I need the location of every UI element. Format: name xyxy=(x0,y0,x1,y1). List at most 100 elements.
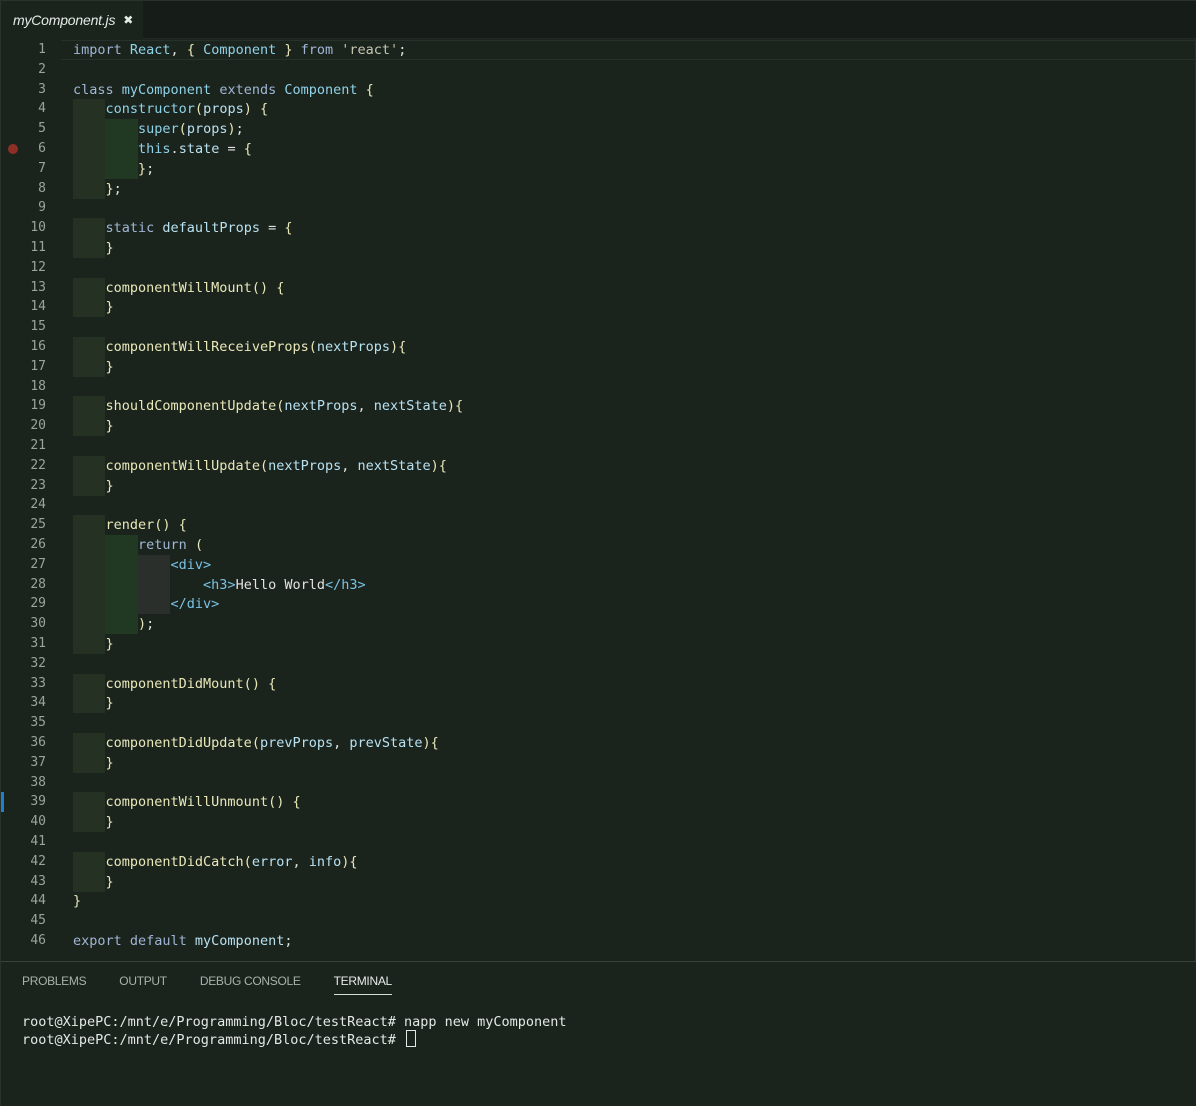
code-line[interactable]: 25 render() { xyxy=(1,515,1196,536)
code-token: { xyxy=(243,141,252,157)
code-line[interactable]: 28 <h3>Hello World</h3> xyxy=(1,574,1196,595)
code-line[interactable]: 2 xyxy=(1,60,1196,80)
code-line[interactable]: 38 xyxy=(1,773,1196,793)
line-number: 1 xyxy=(38,42,46,57)
code-text: componentDidUpdate(prevProps, prevState)… xyxy=(73,733,439,753)
code-line[interactable]: 37 } xyxy=(1,752,1196,773)
code-line[interactable]: 3 class myComponent extends Component { xyxy=(1,80,1196,100)
code-line[interactable]: 5 super(props); xyxy=(1,119,1196,140)
line-number: 37 xyxy=(30,754,46,770)
tab-problems[interactable]: PROBLEMS xyxy=(22,974,87,995)
code-line[interactable]: 23 } xyxy=(1,475,1196,496)
code-line[interactable]: 7 }; xyxy=(1,158,1196,179)
code-line[interactable]: 41 xyxy=(1,832,1196,852)
code-line[interactable]: 19 shouldComponentUpdate(nextProps, next… xyxy=(1,396,1196,417)
code-line[interactable]: 21 xyxy=(1,436,1196,456)
code-line[interactable]: 4 constructor(props) { xyxy=(1,99,1196,120)
line-number: 4 xyxy=(38,101,46,117)
line-number: 36 xyxy=(30,735,46,750)
code-line[interactable]: 45 xyxy=(1,911,1196,931)
line-number: 17 xyxy=(30,358,46,374)
code-line[interactable]: 20 } xyxy=(1,416,1196,437)
code-token: { xyxy=(357,81,374,98)
code-token: } xyxy=(105,873,114,890)
code-line[interactable]: 17 } xyxy=(1,356,1196,377)
code-token: shouldComponentUpdate( xyxy=(105,398,285,415)
line-number: 12 xyxy=(30,259,46,275)
code-line[interactable]: 26 return ( xyxy=(1,535,1196,555)
tab-debug-console[interactable]: DEBUG CONSOLE xyxy=(200,974,301,995)
line-number: 29 xyxy=(30,596,46,612)
code-line[interactable]: 31 } xyxy=(1,634,1196,654)
code-line[interactable]: 1 import React, { Component } from 'react… xyxy=(1,40,1196,60)
editor-window: myComponent.js ✖ 1 import React, { Compon… xyxy=(0,0,1196,1106)
code-token: nextProps xyxy=(268,457,342,474)
code-line[interactable]: 22 componentWillUpdate(nextProps, nextSt… xyxy=(1,455,1196,476)
code-token: } xyxy=(105,180,114,197)
code-token: componentWillUnmount() { xyxy=(105,794,301,811)
code-line[interactable]: 33 componentDidMount() { xyxy=(1,673,1196,694)
code-line[interactable]: 44} xyxy=(1,891,1196,911)
code-token: nextState xyxy=(373,398,447,415)
code-line[interactable]: 24 xyxy=(1,495,1196,515)
tab-bar: myComponent.js ✖ xyxy=(1,1,1196,39)
code-line[interactable]: 29 </div> xyxy=(1,594,1196,615)
code-line[interactable]: 15 xyxy=(1,317,1196,337)
line-number: 30 xyxy=(30,616,46,632)
code-text: componentDidCatch(error, info){ xyxy=(73,852,358,872)
terminal[interactable]: root@XipePC:/mnt/e/Programming/Bloc/test… xyxy=(22,1014,567,1048)
line-number: 26 xyxy=(30,537,46,552)
line-number: 3 xyxy=(38,81,46,97)
code-line[interactable]: 13 componentWillMount() { xyxy=(1,277,1196,298)
close-icon[interactable]: ✖ xyxy=(123,13,133,27)
code-line[interactable]: 34 } xyxy=(1,693,1196,714)
code-text: } xyxy=(73,476,114,496)
tab-mycomponent-js[interactable]: myComponent.js ✖ xyxy=(1,1,143,39)
line-number: 9 xyxy=(38,200,46,216)
code-line[interactable]: 9 xyxy=(1,198,1196,218)
code-line[interactable]: 14 } xyxy=(1,297,1196,318)
code-line[interactable]: 42 componentDidCatch(error, info){ xyxy=(1,851,1196,872)
line-number: 38 xyxy=(30,774,46,790)
tab-terminal[interactable]: TERMINAL xyxy=(333,974,392,995)
code-line[interactable]: 30 ); xyxy=(1,614,1196,635)
code-token: myComponent xyxy=(121,81,212,98)
code-text: this.state = { xyxy=(73,139,252,159)
line-number: 44 xyxy=(30,893,46,909)
line-number: 39 xyxy=(30,794,46,810)
tab-output[interactable]: OUTPUT xyxy=(119,974,167,995)
code-line[interactable]: 16 componentWillReceiveProps(nextProps){ xyxy=(1,337,1196,357)
code-line[interactable]: 35 xyxy=(1,713,1196,733)
line-number: 13 xyxy=(30,279,46,295)
code-line[interactable]: 43 } xyxy=(1,871,1196,892)
line-number: 7 xyxy=(38,160,46,176)
code-line[interactable]: 18 xyxy=(1,377,1196,397)
code-line[interactable]: 32 xyxy=(1,654,1196,674)
code-line[interactable]: 36 componentDidUpdate(prevProps, prevSta… xyxy=(1,733,1196,753)
code-token: </h3> xyxy=(324,576,366,593)
line-number: 5 xyxy=(38,121,46,137)
line-number: 22 xyxy=(30,457,46,473)
code-token: prevState xyxy=(349,735,423,751)
code-line[interactable]: 27 <div> xyxy=(1,554,1196,575)
code-line[interactable]: 39 componentWillUnmount() { xyxy=(1,792,1196,813)
code-token: Component xyxy=(203,42,277,58)
code-token: ; xyxy=(146,616,155,633)
code-line[interactable]: 12 xyxy=(1,258,1196,278)
code-line[interactable]: 11 } xyxy=(1,238,1196,258)
code-line[interactable]: 6 this.state = { xyxy=(1,139,1196,159)
code-line[interactable]: 46 export default myComponent; xyxy=(1,931,1196,951)
code-token: } xyxy=(105,477,114,494)
code-line[interactable]: 40 } xyxy=(1,812,1196,833)
code-line[interactable]: 8 }; xyxy=(1,178,1196,199)
code-editor[interactable]: 1 import React, { Component } from 'react… xyxy=(1,39,1196,959)
code-line[interactable]: 10 static defaultProps = { xyxy=(1,218,1196,239)
